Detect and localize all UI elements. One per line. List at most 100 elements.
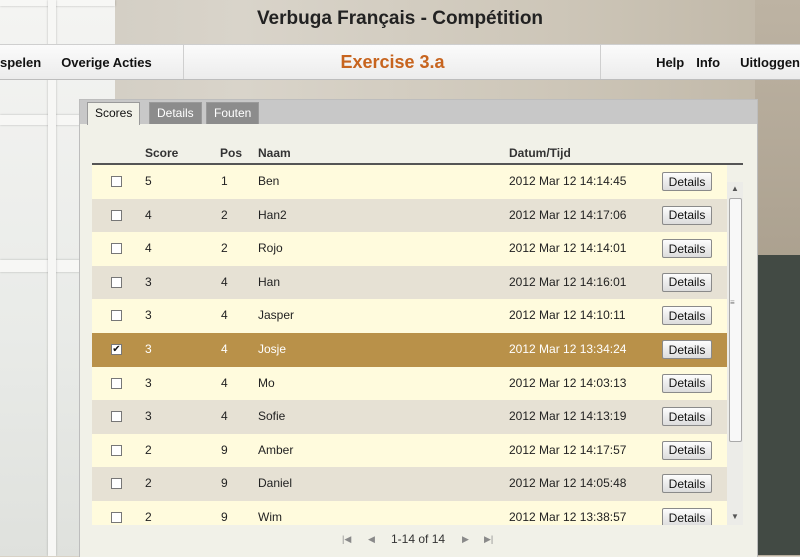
cell-pos: 4 <box>221 342 228 356</box>
column-header-pos[interactable]: Pos <box>220 146 242 160</box>
chalkboard-image <box>755 255 800 555</box>
cell-naam: Sofie <box>258 409 286 424</box>
cell-score: 4 <box>145 241 152 256</box>
cell-datum: 2012 Mar 12 14:14:45 <box>509 174 627 188</box>
row-checkbox[interactable] <box>111 411 122 423</box>
details-button[interactable]: Details <box>662 474 712 494</box>
tab-strip: Scores Details Fouten <box>80 100 757 125</box>
row-checkbox[interactable] <box>111 478 122 490</box>
row-checkbox[interactable] <box>111 243 122 255</box>
cell-naam: Ben <box>258 174 280 188</box>
cell-naam: Rojo <box>258 241 283 256</box>
cell-score: 3 <box>145 375 152 390</box>
table-row[interactable]: 2 9 Wim 2012 Mar 12 13:38:57 Details <box>92 501 727 525</box>
cell-naam: Jasper <box>258 308 295 323</box>
column-header-naam[interactable]: Naam <box>258 146 291 160</box>
cell-naam: Daniel <box>258 476 293 491</box>
details-button[interactable]: Details <box>662 508 712 525</box>
scores-table: 5 1 Ben 2012 Mar 12 14:14:45 Details 4 2 Han2 20… <box>92 165 727 525</box>
table-row[interactable]: 3 4 Sofie 2012 Mar 12 14:13:19 Details <box>92 400 727 434</box>
details-button[interactable]: Details <box>662 440 712 460</box>
cell-datum: 2012 Mar 12 14:17:06 <box>509 207 627 222</box>
last-page-icon[interactable]: ▶| <box>484 529 493 549</box>
cell-datum: 2012 Mar 12 14:10:11 <box>509 308 626 323</box>
cell-score: 2 <box>145 476 152 491</box>
cell-datum: 2012 Mar 12 14:13:19 <box>509 409 627 424</box>
cell-score: 5 <box>145 174 152 188</box>
cell-datum: 2012 Mar 12 14:14:01 <box>509 241 627 256</box>
row-checkbox[interactable] <box>111 176 122 187</box>
table-row[interactable]: 3 4 Mo 2012 Mar 12 14:03:13 Details <box>92 366 727 401</box>
tab-fouten[interactable]: Fouten <box>206 102 260 124</box>
table-row[interactable]: ✔ 3 4 Josje 2012 Mar 12 13:34:24 Details <box>92 333 727 367</box>
exercise-title: Exercise 3.a <box>340 52 445 72</box>
table-row[interactable]: 2 9 Daniel 2012 Mar 12 14:05:48 Details <box>92 467 727 501</box>
table-row[interactable]: 3 4 Han 2012 Mar 12 14:16:01 Details <box>92 265 727 300</box>
row-checkbox[interactable]: ✔ <box>111 344 122 355</box>
row-checkbox[interactable] <box>111 444 122 456</box>
details-button[interactable]: Details <box>662 340 712 359</box>
cell-pos: 4 <box>221 308 228 323</box>
cell-naam: Mo <box>258 375 275 390</box>
table-row[interactable]: 2 9 Amber 2012 Mar 12 14:17:57 Details <box>92 433 727 468</box>
row-checkbox[interactable] <box>111 377 122 389</box>
details-button[interactable]: Details <box>662 306 712 326</box>
row-checkbox[interactable] <box>111 276 122 288</box>
tab-scores[interactable]: Scores <box>87 102 141 125</box>
header: Verbuga Français - Compétition <box>0 0 800 44</box>
table-row[interactable]: 5 1 Ben 2012 Mar 12 14:14:45 Details <box>92 165 727 199</box>
cell-score: 4 <box>145 207 152 222</box>
menu-right: Help Info Uitloggen <box>648 45 800 79</box>
next-page-icon[interactable]: ▶ <box>462 529 469 549</box>
cell-score: 3 <box>145 409 152 424</box>
cell-datum: 2012 Mar 12 13:38:57 <box>509 510 627 524</box>
details-button[interactable]: Details <box>662 373 712 393</box>
menu-item-overige-acties[interactable]: Overige Acties <box>49 55 160 70</box>
menu-item-help[interactable]: Help <box>648 55 692 70</box>
scrollbar-thumb[interactable] <box>729 198 742 442</box>
pager-text: 1-14 of 14 <box>391 532 446 546</box>
cell-pos: 9 <box>221 442 228 457</box>
row-checkbox[interactable] <box>111 209 122 221</box>
cell-pos: 4 <box>221 274 228 289</box>
column-header-score[interactable]: Score <box>145 146 178 160</box>
details-button[interactable]: Details <box>662 172 712 191</box>
cell-naam: Han <box>258 274 281 289</box>
cell-score: 3 <box>145 274 152 289</box>
details-button[interactable]: Details <box>662 272 712 292</box>
menu-item-spelen[interactable]: spelen <box>0 55 49 70</box>
menu-left: spelen Overige Acties <box>0 45 160 79</box>
row-checkbox[interactable] <box>111 512 122 523</box>
details-button[interactable]: Details <box>662 205 712 225</box>
table-row[interactable]: 4 2 Rojo 2012 Mar 12 14:14:01 Details <box>92 232 727 266</box>
cell-datum: 2012 Mar 12 13:34:24 <box>509 342 627 356</box>
scroll-up-icon[interactable]: ▲ <box>731 184 739 193</box>
prev-page-icon[interactable]: ◀ <box>368 529 375 549</box>
cell-pos: 9 <box>221 510 228 524</box>
table-row[interactable]: 4 2 Han2 2012 Mar 12 14:17:06 Details <box>92 198 727 233</box>
pager: |◀ ◀ 1-14 of 14 ▶ ▶| <box>80 529 757 549</box>
details-button[interactable]: Details <box>662 407 712 427</box>
app-title: Verbuga Français - Compétition <box>256 8 544 29</box>
menu-bar: spelen Overige Acties Exercise 3.a Help … <box>0 44 800 80</box>
first-page-icon[interactable]: |◀ <box>342 529 351 549</box>
cell-naam: Wim <box>258 510 282 524</box>
cell-pos: 9 <box>221 476 228 491</box>
cell-naam: Han2 <box>258 207 287 222</box>
cell-datum: 2012 Mar 12 14:16:01 <box>509 274 627 289</box>
cell-pos: 4 <box>221 409 228 424</box>
cell-score: 3 <box>145 342 152 356</box>
menu-item-uitloggen[interactable]: Uitloggen <box>728 55 800 70</box>
details-button[interactable]: Details <box>662 239 712 259</box>
scroll-down-icon[interactable]: ▼ <box>731 512 739 521</box>
column-header-datum-tijd[interactable]: Datum/Tijd <box>509 146 571 160</box>
scrollbar[interactable]: ▲ ≡ ▼ <box>727 182 743 525</box>
table-row[interactable]: 3 4 Jasper 2012 Mar 12 14:10:11 Details <box>92 299 727 333</box>
cell-pos: 2 <box>221 207 228 222</box>
row-checkbox[interactable] <box>111 310 122 322</box>
grip-icon: ≡ <box>730 298 735 307</box>
cell-naam: Josje <box>258 342 287 356</box>
menu-item-info[interactable]: Info <box>692 55 728 70</box>
cell-pos: 1 <box>221 174 228 188</box>
tab-details[interactable]: Details <box>149 102 202 124</box>
